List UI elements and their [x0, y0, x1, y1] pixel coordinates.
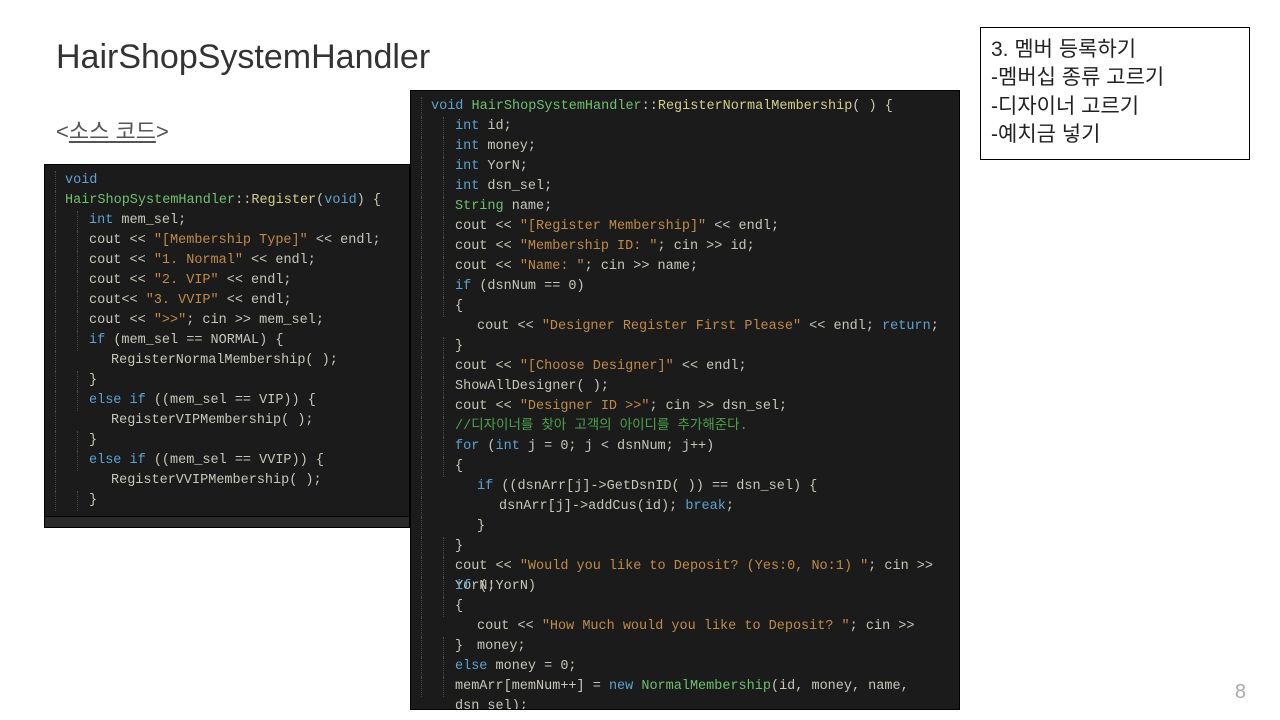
code-line: }: [53, 491, 401, 511]
code-line: if (mem_sel == NORMAL) {: [53, 331, 401, 351]
code-line: //디자이너를 찾아 고객의 아이디를 추가해준다.: [419, 417, 951, 437]
notes-line-1: 3. 멤버 등록하기: [991, 36, 1239, 64]
code-line: {: [419, 457, 951, 477]
code-line: cout << "2. VIP" << endl;: [53, 271, 401, 291]
code-panel-register: void HairShopSystemHandler::Register(voi…: [44, 164, 410, 528]
angle-open: <: [56, 119, 69, 144]
notes-box: 3. 멤버 등록하기 -멤버십 종류 고르기 -디자이너 고르기 -예치금 넣기: [980, 27, 1250, 160]
code-line: ShowAllDesigner( );: [419, 377, 951, 397]
code-line: cout << "Would you like to Deposit? (Yes…: [419, 557, 951, 577]
code-line: cout << ">>"; cin >> mem_sel;: [53, 311, 401, 331]
code-line: if (!YorN): [419, 577, 951, 597]
source-code-label: <소스 코드>: [56, 114, 169, 146]
code-line: else if ((mem_sel == VIP)) {: [53, 391, 401, 411]
code-line: String name;: [419, 197, 951, 217]
code-line: int mem_sel;: [53, 211, 401, 231]
code-line: RegisterVVIPMembership( );: [53, 471, 401, 491]
code-panel-register-normal: void HairShopSystemHandler::RegisterNorm…: [410, 90, 960, 710]
code-line: cout << "[Choose Designer]" << endl;: [419, 357, 951, 377]
code-line: cout << "Membership ID: "; cin >> id;: [419, 237, 951, 257]
page-title: HairShopSystemHandler: [56, 38, 430, 77]
code-line: [53, 191, 401, 211]
code-line: {: [419, 597, 951, 617]
code-line: cout << "Designer Register First Please"…: [419, 317, 951, 337]
code-line: cout<< "3. VVIP" << endl;: [53, 291, 401, 311]
code-line: cout << "How Much would you like to Depo…: [419, 617, 951, 637]
code-line: }: [419, 337, 951, 357]
code-line: else money = 0;: [419, 657, 951, 677]
code-line: dsnArr[j]->addCus(id); break;: [419, 497, 951, 517]
code-line: }: [53, 431, 401, 451]
code-line: cout << "[Membership Type]" << endl;: [53, 231, 401, 251]
code-line: }: [419, 537, 951, 557]
notes-line-4: -예치금 넣기: [991, 121, 1239, 149]
code-line: if (dsnNum == 0): [419, 277, 951, 297]
code-line: void HairShopSystemHandler::Register(voi…: [53, 171, 401, 191]
code-line: int id;: [419, 117, 951, 137]
code-line: int dsn_sel;: [419, 177, 951, 197]
code-line: cout << "[Register Membership]" << endl;: [419, 217, 951, 237]
source-code-text: 소스 코드: [69, 119, 156, 144]
notes-line-2: -멤버십 종류 고르기: [991, 64, 1239, 92]
code-line: {: [419, 297, 951, 317]
code-line: int money;: [419, 137, 951, 157]
code-line: memArr[memNum++] = new NormalMembership(…: [419, 677, 951, 697]
angle-close: >: [156, 119, 169, 144]
code-line: RegisterVIPMembership( );: [53, 411, 401, 431]
code-line: else if ((mem_sel == VVIP)) {: [53, 451, 401, 471]
code-line: }: [419, 517, 951, 537]
code-line: }: [53, 371, 401, 391]
code-line: cout << "1. Normal" << endl;: [53, 251, 401, 271]
code-line: RegisterNormalMembership( );: [53, 351, 401, 371]
code-line: }: [419, 637, 951, 657]
notes-line-3: -디자이너 고르기: [991, 93, 1239, 121]
code-line: cout << "Designer ID >>"; cin >> dsn_sel…: [419, 397, 951, 417]
code-line: void HairShopSystemHandler::RegisterNorm…: [419, 97, 951, 117]
code-line: for (int j = 0; j < dsnNum; j++): [419, 437, 951, 457]
code-line: cout << "Name: "; cin >> name;: [419, 257, 951, 277]
page-number: 8: [1235, 681, 1246, 704]
code-line: int YorN;: [419, 157, 951, 177]
code-line: if ((dsnArr[j]->GetDsnID( )) == dsn_sel)…: [419, 477, 951, 497]
